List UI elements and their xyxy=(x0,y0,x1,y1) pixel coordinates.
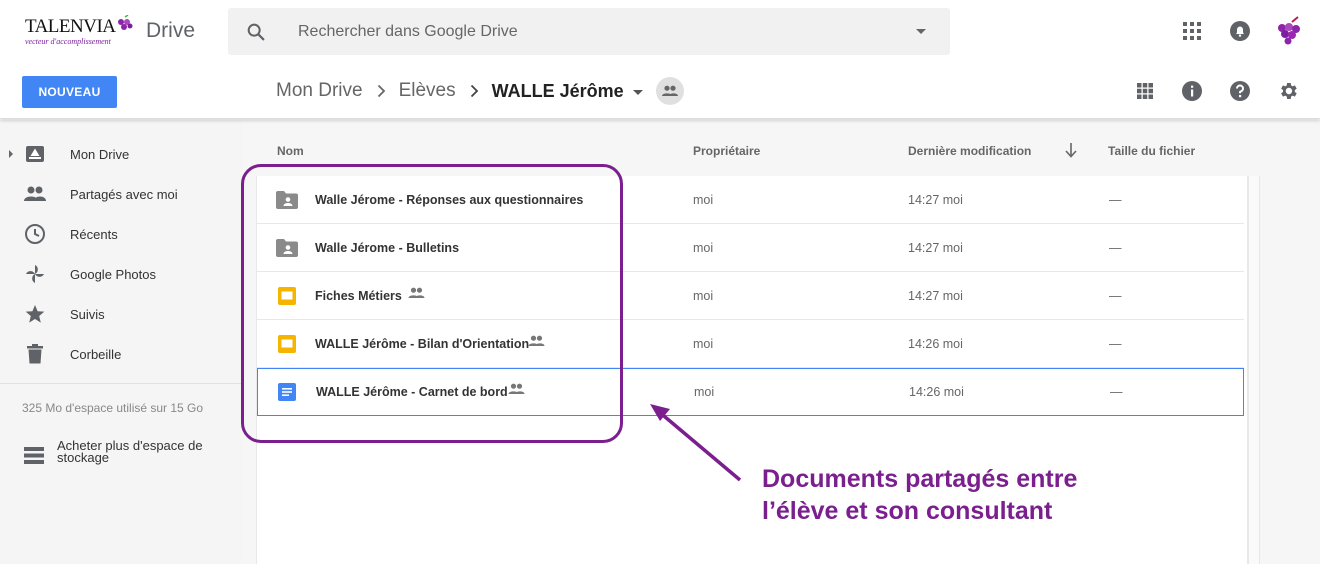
column-header-name[interactable]: Nom xyxy=(277,144,304,158)
top-bar: TALENVIA vecteur d'accomplissement Drive xyxy=(0,0,1320,62)
trash-icon xyxy=(23,342,47,366)
column-header-modified[interactable]: Dernière modification xyxy=(908,144,1031,158)
sidebar-item-label: Corbeille xyxy=(70,346,122,362)
info-icon[interactable] xyxy=(1181,80,1203,102)
file-size: — xyxy=(1109,193,1122,207)
sidebar-item-my-drive[interactable]: Mon Drive xyxy=(0,134,240,174)
sidebar-item-starred[interactable]: Suivis xyxy=(0,294,240,334)
clock-icon xyxy=(23,222,47,246)
storage-usage-text: 325 Mo d'espace utilisé sur 15 Go xyxy=(22,401,204,415)
chevron-right-icon xyxy=(377,84,386,98)
file-size: — xyxy=(1109,337,1122,351)
grid-view-icon[interactable] xyxy=(1137,83,1153,99)
new-button[interactable]: NOUVEAU xyxy=(22,76,117,108)
annotation-arrow xyxy=(650,404,742,482)
breadcrumb: Mon Drive Elèves WALLE Jérôme xyxy=(276,77,684,105)
file-modified: 14:27 moi xyxy=(908,241,963,255)
sidebar-item-label: Récents xyxy=(70,226,118,242)
notifications-icon[interactable] xyxy=(1229,20,1251,42)
settings-gear-icon[interactable] xyxy=(1277,80,1299,102)
file-size: — xyxy=(1110,385,1123,399)
sidebar-item-label: Google Photos xyxy=(70,266,157,282)
search-bar[interactable] xyxy=(228,8,950,55)
buy-storage-link[interactable]: Acheter plus d'espace de stockage xyxy=(22,438,232,470)
file-owner: moi xyxy=(693,241,714,255)
annotation-text: Documents partagés entre l’élève et son … xyxy=(762,463,1077,527)
file-owner: moi xyxy=(693,337,714,351)
talenvia-logo[interactable]: TALENVIA vecteur d'accomplissement xyxy=(25,15,133,46)
account-avatar-icon[interactable] xyxy=(1272,14,1304,46)
sidebar-item-label: Partagés avec moi xyxy=(70,186,178,202)
file-modified: 14:27 moi xyxy=(908,193,963,207)
buy-storage-label: Acheter plus d'espace de stockage xyxy=(57,438,203,465)
apps-grid-icon[interactable] xyxy=(1183,22,1201,40)
file-modified: 14:26 moi xyxy=(908,337,963,351)
expand-arrow-icon[interactable] xyxy=(9,150,13,158)
sidebar: Mon Drive Partagés avec moi Récents Goog… xyxy=(0,120,256,564)
sidebar-item-trash[interactable]: Corbeille xyxy=(0,334,240,374)
file-modified: 14:27 moi xyxy=(908,289,963,303)
drive-icon xyxy=(23,142,47,166)
toolbar: NOUVEAU Mon Drive Elèves WALLE Jérôme xyxy=(0,62,1320,119)
file-modified: 14:26 moi xyxy=(909,385,964,399)
sidebar-item-label: Mon Drive xyxy=(70,146,130,162)
file-size: — xyxy=(1109,241,1122,255)
sidebar-divider xyxy=(0,383,242,384)
column-header-size[interactable]: Taille du fichier xyxy=(1108,144,1195,158)
storage-icon xyxy=(24,447,44,464)
search-icon[interactable] xyxy=(245,21,267,43)
grapes-icon xyxy=(118,15,133,30)
product-name: Drive xyxy=(146,19,196,42)
sidebar-item-shared-with-me[interactable]: Partagés avec moi xyxy=(0,174,240,214)
chevron-down-icon[interactable] xyxy=(632,89,643,95)
file-owner: moi xyxy=(693,193,714,207)
scroll-gutter xyxy=(1248,176,1260,564)
annotation-line-1: Documents partagés entre xyxy=(762,465,1078,493)
shared-folder-people-icon[interactable] xyxy=(655,77,684,105)
sort-descending-arrow-icon[interactable] xyxy=(1064,142,1078,158)
logo-text: TALENVIA xyxy=(25,16,116,37)
breadcrumb-root[interactable]: Mon Drive xyxy=(276,80,363,102)
shared-people-icon xyxy=(23,182,47,206)
annotation-highlight-box xyxy=(241,164,623,443)
sidebar-item-label: Suivis xyxy=(70,306,105,322)
column-header-owner[interactable]: Propriétaire xyxy=(693,144,760,158)
annotation-line-2: l’élève et son consultant xyxy=(762,497,1053,525)
star-icon xyxy=(23,302,47,326)
help-icon[interactable] xyxy=(1229,80,1251,102)
logo-tagline: vecteur d'accomplissement xyxy=(25,37,111,46)
chevron-right-icon xyxy=(470,84,479,98)
search-input[interactable] xyxy=(298,8,898,55)
breadcrumb-parent[interactable]: Elèves xyxy=(399,80,456,102)
sidebar-item-recent[interactable]: Récents xyxy=(0,214,240,254)
sidebar-item-google-photos[interactable]: Google Photos xyxy=(0,254,240,294)
search-options-caret-icon[interactable] xyxy=(916,29,926,34)
file-size: — xyxy=(1109,289,1122,303)
file-owner: moi xyxy=(693,289,714,303)
breadcrumb-current[interactable]: WALLE Jérôme xyxy=(492,81,624,102)
pinwheel-icon xyxy=(23,262,47,286)
